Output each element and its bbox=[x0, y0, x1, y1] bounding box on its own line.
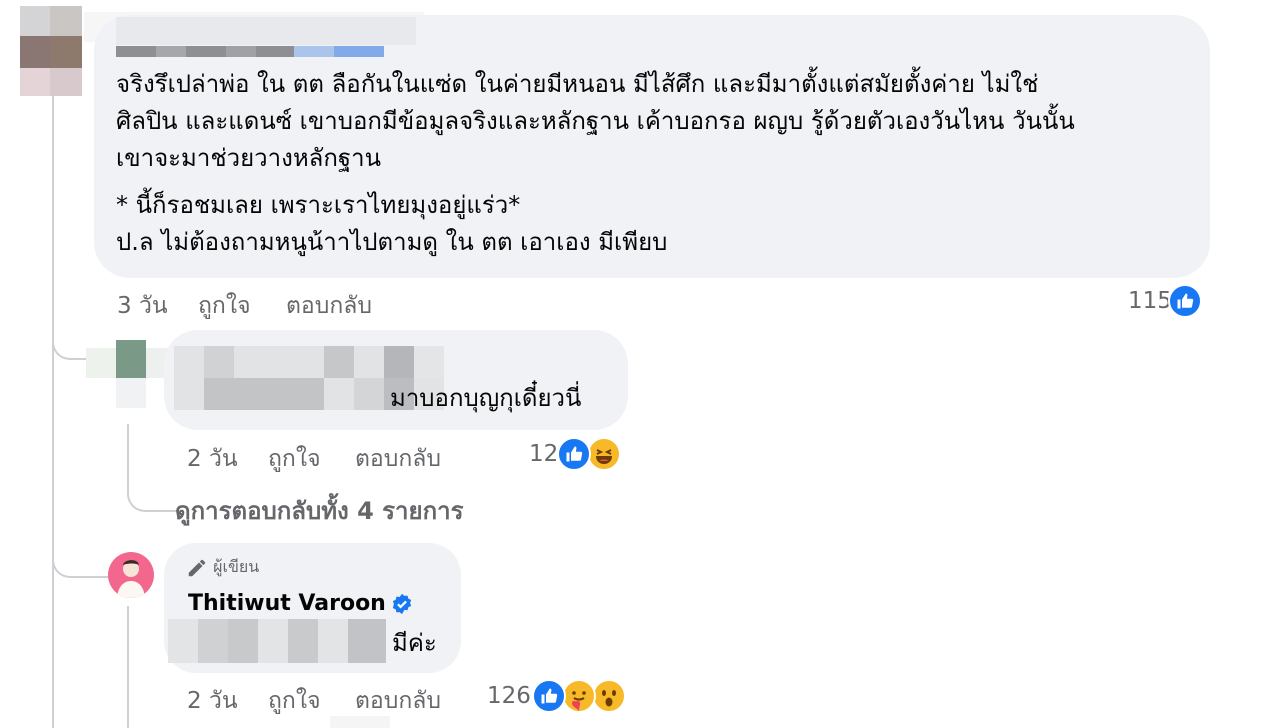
like-button[interactable]: ถูกใจ bbox=[268, 683, 321, 719]
redacted-next-item bbox=[330, 716, 390, 728]
like-reaction-icon bbox=[1168, 284, 1202, 318]
comment-text: จริงรึเปล่าพ่อ ใน ตต ลือกันในแซ่ด ในค่าย… bbox=[116, 66, 1196, 261]
author-badge: ผู้เขียน bbox=[186, 555, 259, 580]
comment-time[interactable]: 3 วัน bbox=[117, 288, 168, 324]
avatar[interactable] bbox=[20, 6, 82, 96]
comment-line: เขาจะมาช่วยวางหลักฐาน bbox=[116, 144, 382, 172]
comment-line: ศิลปิน และแดนซ์ เขาบอกมีข้อมูลจริงและหลั… bbox=[116, 107, 1075, 135]
comment-line: จริงรึเปล่าพ่อ ใน ตต ลือกันในแซ่ด ในค่าย… bbox=[116, 70, 1039, 98]
reply-button[interactable]: ตอบกลับ bbox=[355, 441, 441, 477]
author-badge-label: ผู้เขียน bbox=[213, 557, 260, 576]
reply-time[interactable]: 2 วัน bbox=[187, 441, 238, 477]
comment-bubble: จริงรึเปล่าพ่อ ใน ตต ลือกันในแซ่ด ในค่าย… bbox=[94, 15, 1210, 278]
thread-line bbox=[52, 96, 54, 728]
author-name[interactable]: Thitiwut Varoon bbox=[188, 591, 386, 616]
author-avatar[interactable] bbox=[108, 552, 154, 598]
reply-time[interactable]: 2 วัน bbox=[187, 683, 238, 719]
author-name-row: Thitiwut Varoon bbox=[188, 591, 413, 616]
like-button[interactable]: ถูกใจ bbox=[198, 288, 251, 324]
redacted-reply-content bbox=[168, 619, 386, 663]
reply-bubble: มาบอกบุญกุเดี๋ยวนี่ bbox=[164, 330, 628, 430]
reply-text: มาบอกบุญกุเดี๋ยวนี่ bbox=[390, 384, 582, 412]
verified-badge-icon bbox=[392, 593, 412, 614]
like-button[interactable]: ถูกใจ bbox=[268, 441, 321, 477]
haha-reaction-icon bbox=[587, 437, 621, 471]
reply-button[interactable]: ตอบกลับ bbox=[286, 288, 372, 324]
pencil-icon bbox=[188, 559, 206, 576]
author-reply-bubble: ผู้เขียน Thitiwut Varoon มีค่ะ bbox=[164, 543, 461, 673]
like-reaction-icon bbox=[532, 679, 566, 713]
reaction-count[interactable]: 126 bbox=[487, 683, 531, 709]
reply-button[interactable]: ตอบกลับ bbox=[355, 683, 441, 719]
reply-avatar[interactable] bbox=[86, 340, 176, 408]
care-reaction-icon bbox=[562, 679, 596, 713]
comment-line: ป.ล ไม่ต้องถามหนูน้าาไปตามดู ใน ตต เอาเอ… bbox=[116, 228, 668, 256]
reaction-count[interactable]: 12 bbox=[529, 441, 558, 467]
wow-reaction-icon bbox=[592, 679, 626, 713]
reaction-count[interactable]: 115 bbox=[1128, 288, 1172, 314]
redacted-author-name bbox=[116, 15, 416, 57]
view-all-replies-link[interactable]: ดูการตอบกลับทั้ง 4 รายการ bbox=[175, 491, 463, 530]
like-reaction-icon bbox=[557, 437, 591, 471]
comment-line: * นี้ก็รอชมเลย เพราะเราไทยมุงอยู่แร่ว* bbox=[116, 191, 521, 219]
thread-line bbox=[127, 606, 129, 728]
reply-text: มีค่ะ bbox=[392, 629, 437, 657]
thread-line bbox=[127, 424, 177, 512]
